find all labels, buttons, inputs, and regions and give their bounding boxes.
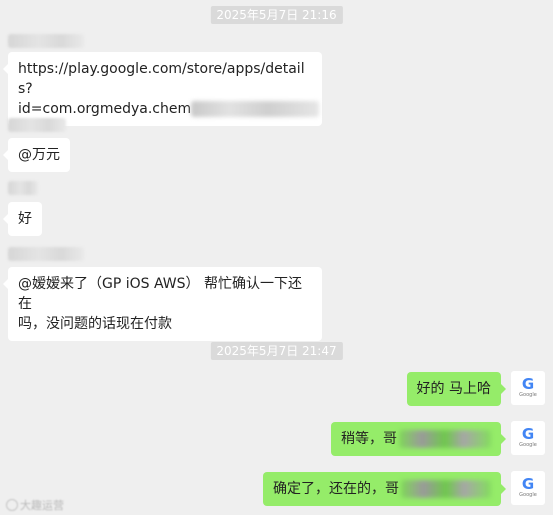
message-text: 好	[18, 211, 32, 227]
google-avatar-icon[interactable]: G Google	[511, 371, 545, 405]
avatar-caption: Google	[519, 442, 537, 448]
google-avatar-icon[interactable]: G Google	[511, 471, 545, 505]
watermark-text: 大趣运营	[20, 499, 64, 512]
google-logo-icon: G	[521, 375, 535, 393]
message-bubble-link[interactable]: https://play.google.com/store/apps/detai…	[3, 52, 322, 126]
message-text: 好的 马上哈	[416, 381, 491, 397]
message-bubble-self[interactable]: 稍等，哥	[331, 422, 506, 456]
redacted-text	[191, 101, 320, 117]
message-bubble[interactable]: @嫒嫒来了（GP iOS AWS） 帮忙确认一下还在 吗，没问题的话现在付款	[3, 267, 322, 341]
message-text-line2: 吗，没问题的话现在付款	[18, 316, 172, 332]
message-text: 稍等，哥	[341, 431, 397, 447]
redacted-text	[399, 430, 491, 448]
google-logo-icon: G	[521, 475, 535, 493]
google-avatar-icon[interactable]: G Google	[511, 421, 545, 455]
message-text-line1: @嫒嫒来了（GP iOS AWS） 帮忙确认一下还在	[18, 276, 302, 312]
timestamp-divider: 2025年5月7日 21:16	[210, 6, 343, 24]
avatar-caption: Google	[519, 392, 537, 398]
watermark-icon	[6, 499, 18, 511]
message-bubble-self[interactable]: 好的 马上哈	[406, 372, 507, 406]
sender-name-redacted	[8, 247, 84, 261]
message-text: @万元	[18, 147, 60, 163]
message-bubble-self[interactable]: 确定了，还在的，哥	[263, 472, 506, 506]
message-bubble[interactable]: @万元	[3, 138, 70, 172]
link-text-line2[interactable]: id=com.orgmedya.chem	[18, 101, 191, 117]
timestamp-divider: 2025年5月7日 21:47	[210, 342, 343, 360]
google-logo-icon: G	[521, 425, 535, 443]
message-bubble[interactable]: 好	[3, 202, 42, 236]
redacted-text	[401, 480, 491, 498]
message-text: 确定了，还在的，哥	[273, 481, 399, 497]
avatar-caption: Google	[519, 492, 537, 498]
link-text-line1[interactable]: https://play.google.com/store/apps/detai…	[18, 59, 312, 99]
sender-name-redacted	[8, 181, 38, 195]
sender-name-redacted	[8, 34, 84, 48]
sender-name-redacted	[8, 118, 66, 132]
watermark: 大趣运营	[6, 497, 64, 513]
